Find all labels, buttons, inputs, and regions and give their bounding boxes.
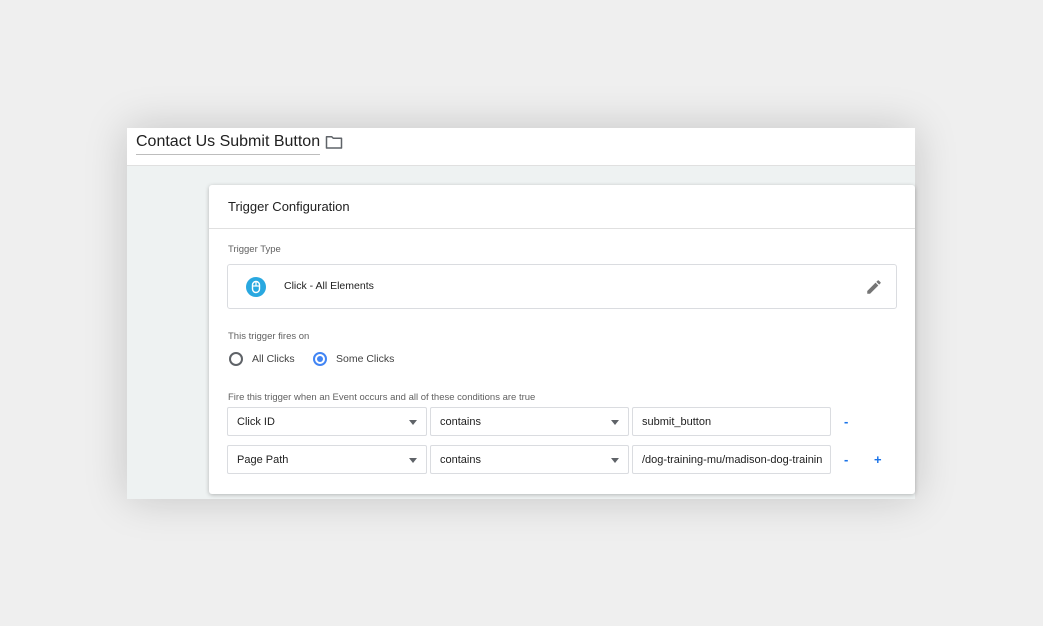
condition-value-text: submit_button (642, 416, 712, 428)
remove-condition-button[interactable]: - (844, 415, 848, 428)
radio-some-clicks[interactable] (313, 352, 327, 366)
pencil-icon[interactable] (865, 278, 883, 296)
conditions-label: Fire this trigger when an Event occurs a… (228, 392, 536, 403)
chevron-down-icon (409, 458, 417, 463)
condition-variable-select[interactable]: Page Path (227, 445, 427, 474)
radio-all-clicks-label: All Clicks (252, 353, 295, 365)
condition-variable-value: Click ID (237, 416, 275, 428)
condition-variable-select[interactable]: Click ID (227, 407, 427, 436)
condition-variable-value: Page Path (237, 454, 289, 466)
remove-condition-button[interactable]: - (844, 453, 848, 466)
folder-icon[interactable] (325, 134, 343, 150)
trigger-type-name: Click - All Elements (284, 280, 374, 292)
editor-topbar: Contact Us Submit Button (127, 128, 915, 166)
trigger-type-label: Trigger Type (228, 244, 281, 255)
card-title: Trigger Configuration (228, 199, 350, 214)
chevron-down-icon (409, 420, 417, 425)
fires-on-label: This trigger fires on (228, 331, 310, 342)
add-condition-button[interactable]: + (874, 453, 882, 466)
condition-value-input[interactable]: /dog-training-mu/madison-dog-training (632, 445, 831, 474)
trigger-editor-window: Contact Us Submit Button Trigger Configu… (127, 128, 915, 499)
condition-operator-select[interactable]: contains (430, 407, 629, 436)
condition-operator-select[interactable]: contains (430, 445, 629, 474)
click-cursor-icon (246, 277, 266, 297)
condition-operator-value: contains (440, 454, 481, 466)
condition-operator-value: contains (440, 416, 481, 428)
card-header: Trigger Configuration (209, 185, 915, 229)
trigger-configuration-card: Trigger Configuration Trigger Type Click… (209, 185, 915, 494)
trigger-type-selector[interactable]: Click - All Elements (227, 264, 897, 309)
chevron-down-icon (611, 458, 619, 463)
radio-all-clicks[interactable] (229, 352, 243, 366)
chevron-down-icon (611, 420, 619, 425)
trigger-name-field[interactable]: Contact Us Submit Button (136, 133, 321, 155)
condition-value-text: /dog-training-mu/madison-dog-training (642, 454, 822, 466)
condition-value-input[interactable]: submit_button (632, 407, 831, 436)
radio-some-clicks-label: Some Clicks (336, 353, 395, 365)
